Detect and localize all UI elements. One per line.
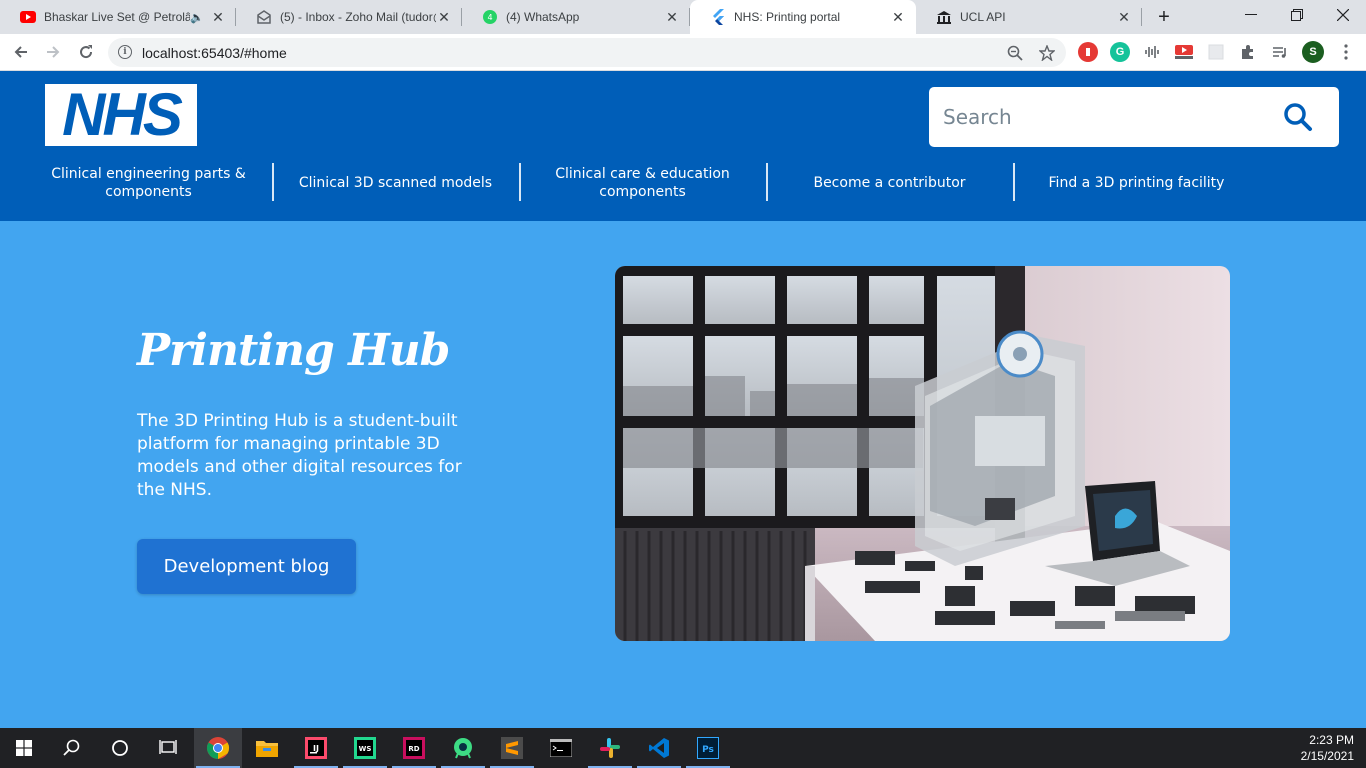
taskbar-search-icon[interactable] (48, 728, 96, 768)
hero-description: The 3D Printing Hub is a student-built p… (137, 411, 462, 500)
clock-time: 2:23 PM (1309, 733, 1354, 747)
cortana-icon[interactable] (96, 728, 144, 768)
chrome-taskbar-icon[interactable] (194, 728, 242, 768)
photoshop-icon[interactable]: Ps (684, 728, 732, 768)
nav-become-contributor[interactable]: Become a contributor (766, 161, 1013, 205)
nav-clinical-3d-scanned-models[interactable]: Clinical 3D scanned models (272, 161, 519, 205)
flutter-icon (710, 9, 726, 25)
task-view-icon[interactable] (144, 728, 192, 768)
youtube-icon (20, 9, 36, 25)
audio-extension-icon[interactable] (1142, 42, 1162, 62)
reload-icon[interactable] (73, 39, 99, 65)
nhs-logo[interactable]: NHS (45, 84, 197, 146)
logo-text: NHS (62, 81, 183, 148)
clock-date: 2/15/2021 (1300, 749, 1354, 763)
site-header: NHS Clinical engineering parts & compone… (0, 71, 1366, 221)
ucl-icon (936, 9, 952, 25)
android-studio-icon[interactable] (439, 728, 487, 768)
more-menu-icon[interactable] (1336, 42, 1356, 62)
svg-text:Ps: Ps (702, 745, 714, 755)
tab-title: Bhaskar Live Set @ Petrolâ (44, 10, 190, 24)
tab-ucl-api[interactable]: UCL API ✕ (916, 0, 1142, 34)
tab-nhs-printing-portal[interactable]: NHS: Printing portal ✕ (690, 0, 916, 34)
media-queue-icon[interactable] (1270, 42, 1290, 62)
close-tab-icon[interactable]: ✕ (210, 9, 226, 25)
sublime-text-icon[interactable] (488, 728, 536, 768)
youtube-extension-icon[interactable] (1174, 42, 1194, 62)
close-tab-icon[interactable]: ✕ (890, 9, 906, 25)
search-input[interactable] (943, 101, 1273, 133)
minimize-icon[interactable] (1228, 0, 1274, 30)
windows-taskbar: IJ WS RD Ps 2:23 PM 2/15/2021 (0, 728, 1366, 768)
back-icon[interactable] (8, 39, 34, 65)
rider-icon[interactable]: RD (390, 728, 438, 768)
profile-avatar[interactable]: S (1302, 41, 1324, 63)
browser-tab-strip: Bhaskar Live Set @ Petrolâ 🔈 ✕ (5) - Inb… (0, 0, 1366, 34)
vscode-icon[interactable] (635, 728, 683, 768)
forward-icon[interactable] (40, 39, 66, 65)
url-text: localhost:65403/#home (142, 45, 287, 61)
file-explorer-icon[interactable] (243, 728, 291, 768)
site-info-icon[interactable]: i (118, 45, 132, 59)
bookmark-star-icon[interactable] (1038, 44, 1056, 62)
close-tab-icon[interactable]: ✕ (1116, 9, 1132, 25)
close-tab-icon[interactable]: ✕ (664, 9, 680, 25)
tab-zoho-mail[interactable]: (5) - Inbox - Zoho Mail (tudor@ ✕ (236, 0, 462, 34)
svg-text:WS: WS (359, 745, 372, 753)
slack-icon[interactable] (586, 728, 634, 768)
primary-nav: Clinical engineering parts & components … (25, 161, 1261, 205)
webstorm-icon[interactable]: WS (341, 728, 389, 768)
intellij-icon[interactable]: IJ (292, 728, 340, 768)
tab-title: UCL API (960, 10, 1006, 24)
nav-clinical-engineering[interactable]: Clinical engineering parts & components (25, 161, 272, 205)
new-tab-icon[interactable]: + (1152, 5, 1176, 29)
nav-clinical-care-education[interactable]: Clinical care & education components (519, 161, 766, 205)
adblock-extension-icon[interactable] (1078, 42, 1098, 62)
tab-youtube[interactable]: Bhaskar Live Set @ Petrolâ 🔈 ✕ (0, 0, 236, 34)
tab-whatsapp[interactable]: 4 (4) WhatsApp ✕ (462, 0, 690, 34)
audio-playing-icon[interactable]: 🔈 (190, 11, 204, 24)
close-window-icon[interactable] (1320, 0, 1366, 30)
restore-icon[interactable] (1274, 0, 1320, 30)
development-blog-button[interactable]: Development blog (137, 539, 356, 594)
address-bar[interactable]: i localhost:65403/#home (108, 38, 1066, 67)
tab-title: NHS: Printing portal (734, 10, 841, 24)
nav-find-printing-facility[interactable]: Find a 3D printing facility (1013, 161, 1260, 205)
browser-toolbar: i localhost:65403/#home G S (0, 34, 1366, 71)
svg-text:4: 4 (487, 13, 492, 22)
search-box (929, 87, 1339, 147)
search-icon[interactable] (1281, 100, 1315, 134)
blank-extension-icon[interactable] (1206, 42, 1226, 62)
hero-title: Printing Hub (137, 325, 450, 376)
3d-printer-photo (615, 266, 1230, 641)
system-clock[interactable]: 2:23 PM 2/15/2021 (1301, 732, 1354, 764)
svg-text:IJ: IJ (313, 744, 319, 753)
hero-section: Printing Hub The 3D Printing Hub is a st… (0, 221, 1366, 728)
windows-start-icon[interactable] (0, 728, 48, 768)
terminal-icon[interactable] (537, 728, 585, 768)
grammarly-extension-icon[interactable]: G (1110, 42, 1130, 62)
zoho-mail-icon (256, 9, 272, 25)
zoom-icon[interactable] (1006, 44, 1024, 62)
tab-title: (4) WhatsApp (506, 10, 580, 24)
tab-title: (5) - Inbox - Zoho Mail (tudor@ (280, 10, 436, 24)
whatsapp-icon: 4 (482, 9, 498, 25)
svg-text:RD: RD (408, 745, 419, 753)
close-tab-icon[interactable]: ✕ (436, 9, 452, 25)
extensions-puzzle-icon[interactable] (1238, 42, 1258, 62)
